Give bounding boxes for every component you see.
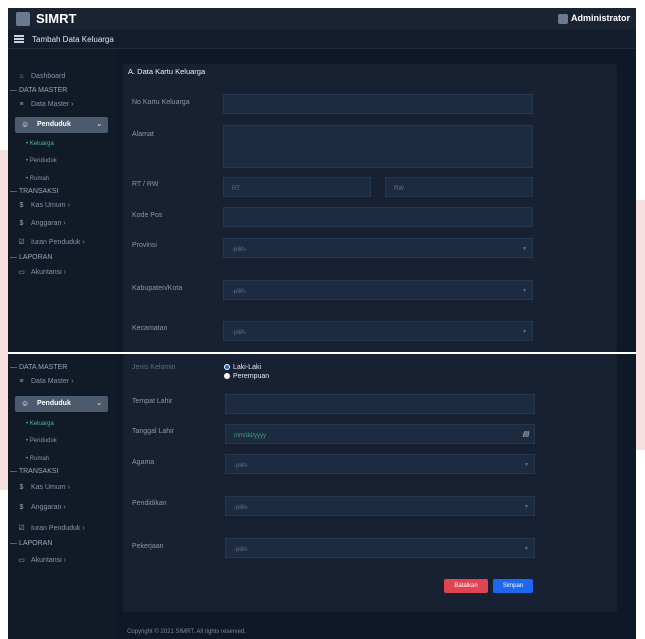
home-icon: ⌂ [19,73,24,80]
sidebar-item-iuran[interactable]: ☑ Iuran Penduduk › [17,524,84,532]
sidebar-item-penduduk[interactable]: ☺ Penduduk ⌄ [15,117,108,133]
dollar-icon: $ [19,484,24,491]
sidebar-item-data-master[interactable]: ≡ Data Master › [17,378,73,385]
sidebar-item-dashboard[interactable]: ⌂ Dashboard [17,73,65,80]
alamat-textarea[interactable] [223,125,533,168]
sidebar-section-laporan: — LAPORAN [10,540,53,547]
pendidikan-select[interactable]: -pilih- ▼ [225,496,535,516]
label-pendidikan: Pendidikan [132,500,167,507]
radio-checked-icon [224,364,230,371]
provinsi-select[interactable]: -pilih- ▼ [223,238,533,258]
rt-input[interactable]: RT [223,177,371,197]
dollar-icon: $ [19,504,24,511]
no-kk-input[interactable] [223,94,533,114]
sidebar-item-penduduk[interactable]: ☺ Penduduk ⌄ [15,396,108,412]
checkbox-icon: ☑ [18,525,25,532]
sidebar-item-kas-umum[interactable]: $ Kas Umum › [17,484,70,491]
label-no-kk: No Kartu Keluarga [132,99,190,106]
user-name: Administrator [570,13,630,23]
label-provinsi: Provinsi [132,242,157,249]
label-pekerjaan: Pekerjaan [132,543,164,550]
label-tempat-lahir: Tempat Lahir [132,398,173,405]
tanggal-lahir-input[interactable]: mm/dd/yyyy ▤ [225,424,535,444]
app-logo-icon[interactable] [16,12,30,26]
label-alamat: Alamat [132,131,154,138]
kecamatan-select[interactable]: -pilih- ▼ [223,321,533,341]
sidebar-item-anggaran[interactable]: $ Anggaran › [17,504,66,511]
monitor-icon: ▭ [18,557,25,564]
sidebar-section-transaksi: — TRANSAKSI [10,188,59,195]
chevron-down-icon: ▼ [522,288,527,294]
dollar-icon: $ [19,202,24,209]
background-decoration-left [0,150,8,490]
kode-pos-input[interactable] [223,207,533,227]
calendar-icon[interactable]: ▤ [522,430,529,438]
label-kode-pos: Kode Pos [132,212,163,219]
sidebar-sub-rumah[interactable]: • Rumah [26,176,49,182]
page-title: Tambah Data Keluarga [32,35,114,44]
save-button[interactable]: Simpan [493,579,533,593]
users-icon: ☺ [21,399,30,408]
sidebar-sub-keluarga[interactable]: • Keluarga [26,141,54,147]
checkbox-icon: ☑ [18,239,25,246]
app-title[interactable]: SIMRT [36,11,76,26]
sidebar-section-master: — DATA MASTER [10,87,68,94]
sidebar-item-akuntansi[interactable]: ▭ Akuntansi › [17,556,66,564]
sidebar: — DATA MASTER ≡ Data Master › ☺ Penduduk ⌄ … [8,354,118,639]
label-kecamatan: Kecamatan [132,325,168,332]
radio-unchecked-icon [224,373,230,380]
radio-perempuan[interactable]: Perempuan [224,373,269,380]
section-title: A. Data Kartu Keluarga [128,67,206,76]
sidebar-item-kas-umum[interactable]: $ Kas Umum › [17,202,70,209]
footer-copyright: Copyright © 2021 SIMRT. All rights reser… [127,629,247,635]
user-menu[interactable]: Administrator [557,13,630,24]
sidebar-item-anggaran[interactable]: $ Anggaran › [17,220,66,227]
chevron-down-icon: ▼ [522,329,527,335]
label-rt-rw: RT / RW [132,181,159,188]
label-agama: Agama [132,459,155,466]
rw-input[interactable]: RW [385,177,533,197]
database-icon: ≡ [19,378,24,385]
page-header: Tambah Data Keluarga [8,30,636,49]
hamburger-menu-icon[interactable] [14,35,24,43]
chevron-down-icon: ▼ [524,462,529,468]
sidebar-sub-penduduk[interactable]: • Penduduk [26,438,57,444]
users-icon: ☺ [21,120,30,129]
sidebar-section-laporan: — LAPORAN [10,254,53,261]
sidebar-sub-rumah[interactable]: • Rumah [26,456,49,462]
sidebar-item-iuran[interactable]: ☑ Iuran Penduduk › [17,238,84,246]
sidebar-section-transaksi: — TRANSAKSI [10,468,59,475]
avatar [557,13,568,24]
chevron-down-icon: ▼ [524,504,529,510]
top-navbar: SIMRT Administrator [8,8,636,30]
label-kabupaten: Kabupaten/Kota [132,285,183,292]
chevron-down-icon: ▼ [524,546,529,552]
form-card-bottom [123,354,617,612]
agama-select[interactable]: -pilih- ▼ [225,454,535,474]
sidebar: ⌂ Dashboard — DATA MASTER ≡ Data Master › … [8,49,118,352]
cancel-button[interactable]: Batalkan [444,579,488,593]
sidebar-sub-penduduk[interactable]: • Penduduk [26,158,57,164]
pekerjaan-select[interactable]: -pilih- ▼ [225,538,535,558]
label-jenis-kelamin: Jenis Kelamin [132,364,176,371]
tempat-lahir-input[interactable] [225,394,535,414]
dollar-icon: $ [19,220,24,227]
chevron-down-icon: ⌄ [96,400,102,407]
kabupaten-select[interactable]: -pilih- ▼ [223,280,533,300]
background-decoration-right [636,200,645,450]
chevron-down-icon: ▼ [522,246,527,252]
monitor-icon: ▭ [18,269,25,276]
sidebar-sub-keluarga[interactable]: • Keluarga [26,421,54,427]
database-icon: ≡ [19,101,24,108]
sidebar-item-akuntansi[interactable]: ▭ Akuntansi › [17,268,66,276]
sidebar-item-data-master[interactable]: ≡ Data Master › [17,101,73,108]
sidebar-section-master: — DATA MASTER [10,364,68,371]
chevron-down-icon: ⌄ [96,121,102,128]
label-tanggal-lahir: Tanggal Lahir [132,428,175,435]
radio-laki-laki[interactable]: Laki-Laki [224,364,261,371]
